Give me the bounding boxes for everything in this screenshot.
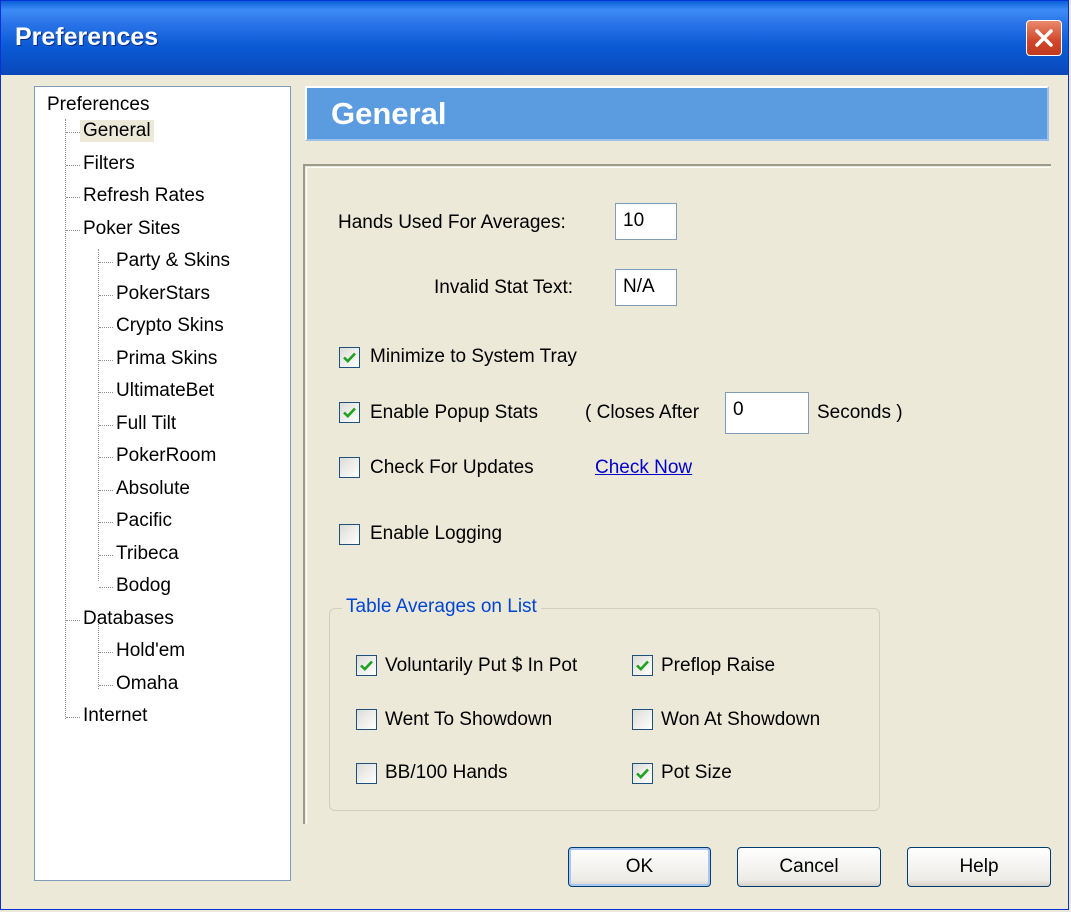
tree-item-bodog[interactable]: Bodog <box>116 575 171 597</box>
tree-item-party-skins[interactable]: Party & Skins <box>116 250 230 272</box>
hands-averages-input[interactable]: 10 <box>615 203 677 240</box>
tree-line <box>99 294 113 296</box>
table-averages-legend: Table Averages on List <box>342 596 541 618</box>
pot-size-checkbox[interactable] <box>632 763 653 784</box>
cancel-button[interactable]: Cancel <box>737 847 881 887</box>
tree-line <box>66 619 80 621</box>
checkmark-icon <box>343 352 356 364</box>
tree-line <box>66 164 80 166</box>
tree-item-poker-sites[interactable]: Poker Sites <box>83 218 180 240</box>
seconds-label: Seconds ) <box>817 402 903 423</box>
tree-line <box>99 684 113 686</box>
tree-item-prima-skins[interactable]: Prima Skins <box>116 348 217 370</box>
tree-line <box>99 652 113 653</box>
hands-averages-label: Hands Used For Averages: <box>338 212 566 233</box>
tree-line <box>99 489 113 491</box>
preferences-tree[interactable]: Preferences General Filters Refresh Rates P… <box>34 86 291 881</box>
tree-item-tribeca[interactable]: Tribeca <box>116 543 179 565</box>
tree-line <box>66 717 80 718</box>
went-showdown-checkbox[interactable] <box>356 709 377 730</box>
tree-item-internet[interactable]: Internet <box>83 705 147 727</box>
tree-item-crypto-skins[interactable]: Crypto Skins <box>116 315 224 337</box>
vpip-checkbox[interactable] <box>356 655 377 676</box>
section-title: General <box>331 96 447 131</box>
invalid-stat-label: Invalid Stat Text: <box>434 277 574 298</box>
window-title: Preferences <box>15 23 159 51</box>
preflop-raise-checkbox[interactable] <box>632 655 653 676</box>
enable-logging-label[interactable]: Enable Logging <box>370 523 502 545</box>
won-showdown-label[interactable]: Won At Showdown <box>661 709 820 731</box>
preflop-raise-label[interactable]: Preflop Raise <box>661 655 775 677</box>
tree-line <box>99 327 113 328</box>
tree-line <box>99 424 113 426</box>
popup-stats-label[interactable]: Enable Popup Stats <box>370 402 538 424</box>
check-updates-label[interactable]: Check For Updates <box>370 457 534 479</box>
tree-item-absolute[interactable]: Absolute <box>116 478 190 500</box>
vpip-label[interactable]: Voluntarily Put $ In Pot <box>385 655 577 677</box>
tree-line <box>99 457 113 458</box>
tree-item-databases[interactable]: Databases <box>83 608 174 630</box>
tree-line <box>66 197 80 198</box>
pot-size-label[interactable]: Pot Size <box>661 762 732 784</box>
tree-line <box>99 262 113 263</box>
tree-line <box>98 249 99 581</box>
help-button[interactable]: Help <box>907 847 1051 887</box>
bb100-checkbox[interactable] <box>356 763 377 784</box>
tree-line <box>65 119 66 719</box>
tree-line <box>99 587 113 588</box>
tree-item-hold-em[interactable]: Hold'em <box>116 640 185 662</box>
tree-line <box>99 522 113 523</box>
minimize-tray-checkbox[interactable] <box>339 347 360 368</box>
preferences-window: Preferences Preferences General Filters Re… <box>0 0 1069 910</box>
tree-line <box>99 554 113 556</box>
tree-root[interactable]: Preferences <box>47 94 149 116</box>
tree-item-refresh-rates[interactable]: Refresh Rates <box>83 185 204 207</box>
tree-item-pokerroom[interactable]: PokerRoom <box>116 445 216 467</box>
invalid-stat-input[interactable]: N/A <box>615 269 677 306</box>
tree-item-pacific[interactable]: Pacific <box>116 510 172 532</box>
popup-stats-checkbox[interactable] <box>339 402 360 423</box>
tree-item-ultimatebet[interactable]: UltimateBet <box>116 380 214 402</box>
tree-line <box>66 132 80 133</box>
checkmark-icon <box>636 660 649 672</box>
checkmark-icon <box>343 407 356 419</box>
close-button[interactable] <box>1026 20 1062 56</box>
title-bar[interactable]: Preferences <box>1 1 1068 75</box>
closes-after-label: ( Closes After <box>585 402 700 423</box>
won-showdown-checkbox[interactable] <box>632 709 653 730</box>
went-showdown-label[interactable]: Went To Showdown <box>385 709 552 731</box>
closes-after-input[interactable]: 0 <box>725 392 809 434</box>
check-now-link[interactable]: Check Now <box>595 457 692 479</box>
tree-item-pokerstars[interactable]: PokerStars <box>116 283 210 305</box>
tree-line <box>99 359 113 361</box>
tree-item-omaha[interactable]: Omaha <box>116 673 178 695</box>
tree-item-general[interactable]: General <box>80 120 154 142</box>
close-icon <box>1035 29 1053 47</box>
tree-line <box>66 229 80 231</box>
check-updates-checkbox[interactable] <box>339 457 360 478</box>
minimize-tray-label[interactable]: Minimize to System Tray <box>370 346 577 368</box>
tree-item-full-tilt[interactable]: Full Tilt <box>116 413 176 435</box>
tree-line <box>99 392 113 393</box>
enable-logging-checkbox[interactable] <box>339 524 360 545</box>
section-header: General <box>305 86 1049 141</box>
tree-item-filters[interactable]: Filters <box>83 153 135 175</box>
ok-button[interactable]: OK <box>568 847 711 887</box>
checkmark-icon <box>636 768 649 780</box>
bb100-label[interactable]: BB/100 Hands <box>385 762 508 784</box>
checkmark-icon <box>360 660 373 672</box>
